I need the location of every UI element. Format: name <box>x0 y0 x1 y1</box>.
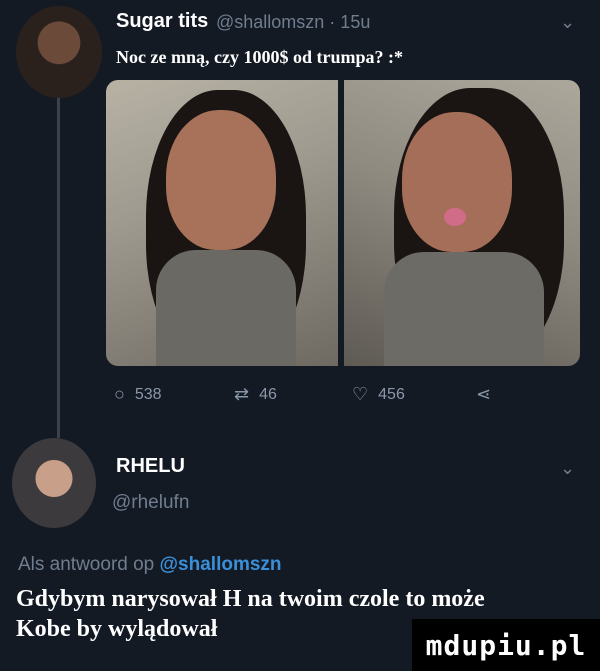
retweet-count: 46 <box>259 385 277 403</box>
reply-to-prefix: Als antwoord op <box>18 554 155 575</box>
reply-to-line: Als antwoord op @shallomszn <box>18 554 282 576</box>
caption-line-1: Gdybym narysował H na twoim czole to moż… <box>16 586 485 612</box>
like-button[interactable]: ♡ 456 <box>352 384 405 405</box>
retweet-button[interactable]: ⇄ 46 <box>234 384 277 405</box>
thread-line <box>57 98 60 438</box>
tweet-author-handle: @shallomszn · 15u <box>216 12 371 32</box>
like-count: 456 <box>378 385 405 403</box>
tweet-photo-right[interactable] <box>344 80 580 366</box>
tweet-photo-left[interactable] <box>106 80 338 366</box>
share-icon: ⋖ <box>476 384 492 404</box>
watermark: mdupiu.pl <box>412 619 600 671</box>
retweet-icon: ⇄ <box>234 384 250 404</box>
heart-icon: ♡ <box>352 384 369 404</box>
tweet-author-name[interactable]: Sugar tits <box>116 10 208 33</box>
reply-author-handle: @rhelufn <box>112 492 190 513</box>
chevron-down-icon[interactable]: ⌄ <box>560 458 575 479</box>
reply-button[interactable]: ○ 538 <box>114 384 162 405</box>
reply-author-name[interactable]: RHELU <box>116 455 185 478</box>
reply-count: 538 <box>134 385 162 403</box>
reply-icon: ○ <box>114 384 125 404</box>
avatar-rhelu[interactable] <box>12 438 96 528</box>
avatar-sugar-tits[interactable] <box>16 6 102 98</box>
reply-to-mention[interactable]: @shallomszn <box>160 554 282 575</box>
share-button[interactable]: ⋖ <box>476 384 491 405</box>
chevron-down-icon[interactable]: ⌄ <box>560 12 575 33</box>
tweet-text: Noc ze mną, czy 1000$ od trumpa? :* <box>116 47 403 67</box>
